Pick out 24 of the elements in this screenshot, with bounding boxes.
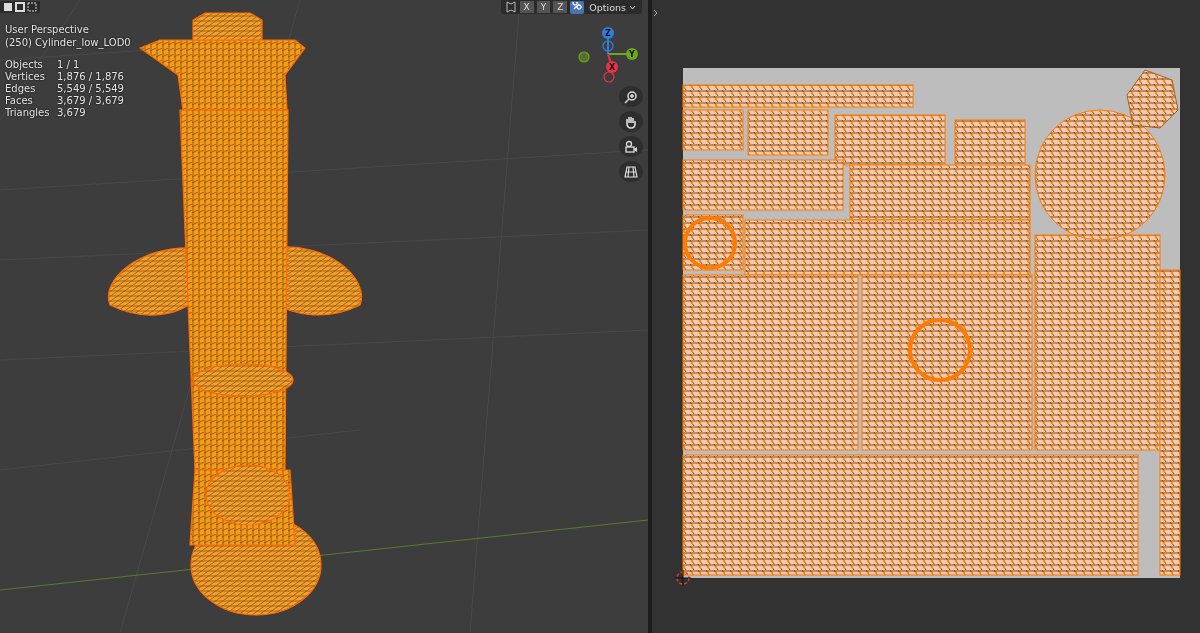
stat-label: Objects: [5, 59, 43, 71]
camera-icon[interactable]: [619, 136, 643, 157]
caret-icon: [629, 4, 636, 10]
stat-value: 5,549 / 5,549: [57, 83, 124, 95]
view-name: User Perspective: [5, 24, 89, 36]
options-dropdown[interactable]: Options: [587, 1, 638, 13]
stat-label: Triangles: [5, 107, 50, 119]
stat-label: Faces: [5, 95, 33, 107]
grid-icon[interactable]: [619, 161, 643, 182]
axis-toggle[interactable]: Y: [536, 1, 551, 13]
stat-value: 3,679: [57, 107, 86, 119]
stat-value: 1 / 1: [57, 59, 80, 71]
zoom-icon[interactable]: [619, 86, 643, 107]
axis-gizmo-drawing[interactable]: Z Y X: [570, 22, 645, 87]
axis-toggle[interactable]: X: [519, 1, 534, 13]
stat-label: Vertices: [5, 71, 45, 83]
axis-toggle[interactable]: Z: [553, 1, 568, 13]
stat-value: 1,876 / 1,876: [57, 71, 124, 83]
stat-label: Edges: [5, 83, 36, 95]
cursor-icon: [674, 569, 692, 587]
object-name: (250) Cylinder_low_LOD0: [5, 37, 131, 49]
sync-toggle[interactable]: [570, 0, 585, 14]
stat-value: 3,679 / 3,679: [57, 95, 124, 107]
expand-icon[interactable]: [653, 9, 658, 17]
